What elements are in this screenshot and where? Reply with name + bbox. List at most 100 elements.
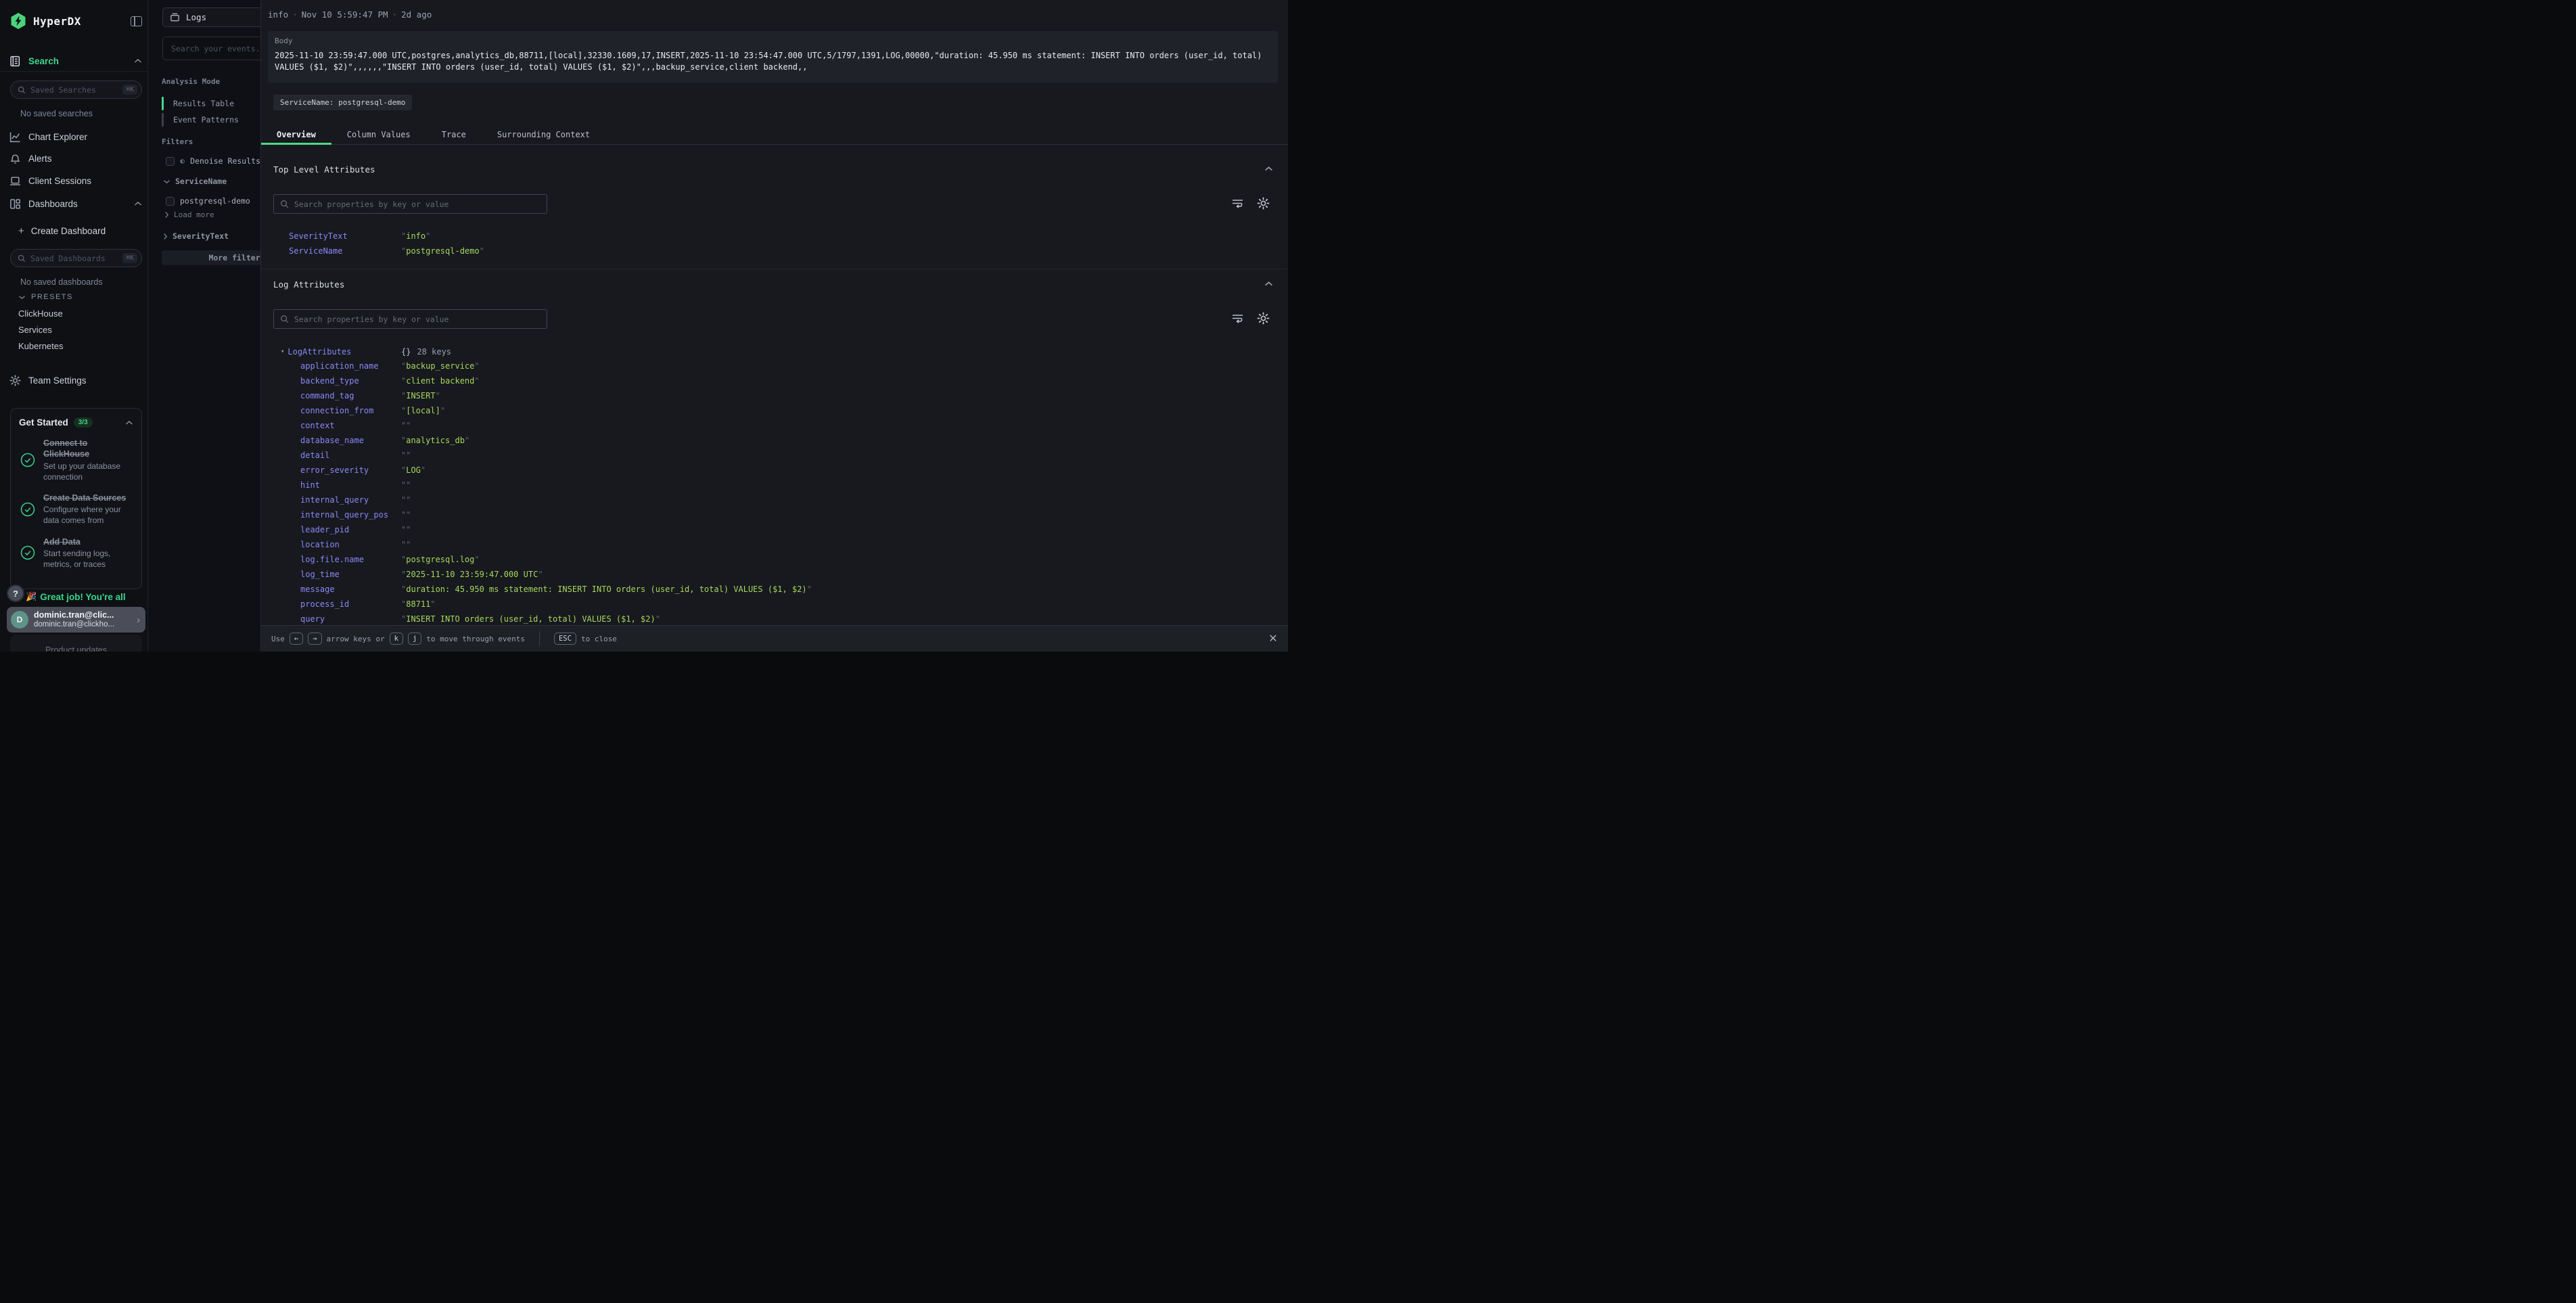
attribute-key[interactable]: database_name bbox=[300, 436, 401, 445]
attribute-value[interactable]: "client backend" bbox=[401, 376, 480, 386]
attribute-value[interactable]: "INSERT" bbox=[401, 391, 440, 401]
get-started-item[interactable]: Connect to ClickHouse Set up your databa… bbox=[19, 438, 133, 482]
chevron-up-icon[interactable] bbox=[125, 420, 133, 426]
sidebar-item-team-settings[interactable]: Team Settings bbox=[9, 373, 87, 388]
user-account-card[interactable]: D dominic.tran@clic... dominic.tran@clic… bbox=[7, 607, 145, 633]
line-wrap-icon[interactable] bbox=[1232, 313, 1243, 323]
source-select[interactable]: Logs bbox=[162, 7, 260, 27]
mode-results-table[interactable]: Results Table bbox=[162, 97, 260, 110]
attribute-value[interactable]: "postgresql-demo" bbox=[401, 246, 484, 256]
attribute-value[interactable]: "backup_service" bbox=[401, 361, 480, 371]
attribute-key[interactable]: internal_query_pos bbox=[300, 510, 401, 520]
preset-item-clickhouse[interactable]: ClickHouse bbox=[18, 308, 63, 321]
attribute-key[interactable]: log.file.name bbox=[300, 555, 401, 564]
product-updates-card[interactable]: Product updates bbox=[10, 635, 142, 652]
attribute-row: message"duration: 45.950 ms statement: I… bbox=[300, 582, 812, 597]
get-started-item[interactable]: Add Data Start sending logs, metrics, or… bbox=[19, 536, 133, 570]
event-detail-panel: info·Nov 10 5:59:47 PM·2d ago Body 2025-… bbox=[260, 0, 1288, 652]
log-attributes-search-input[interactable]: Search properties by key or value bbox=[273, 309, 547, 329]
attribute-key[interactable]: log_time bbox=[300, 570, 401, 579]
attribute-value[interactable]: "analytics_db" bbox=[401, 436, 469, 445]
attribute-value[interactable]: "" bbox=[401, 510, 411, 520]
attribute-key[interactable]: connection_from bbox=[300, 406, 401, 415]
attribute-key[interactable]: ServiceName bbox=[289, 246, 401, 256]
sidebar-item-chart-explorer[interactable]: Chart Explorer bbox=[9, 129, 142, 145]
attribute-key[interactable]: backend_type bbox=[300, 376, 401, 386]
tab-trace[interactable]: Trace bbox=[426, 124, 482, 144]
attribute-key[interactable]: process_id bbox=[300, 599, 401, 609]
create-dashboard-button[interactable]: + Create Dashboard bbox=[18, 223, 106, 238]
close-icon[interactable]: ✕ bbox=[1266, 632, 1280, 645]
log-attributes-root-row[interactable]: ▾ LogAttributes {} 28 keys bbox=[281, 345, 351, 359]
help-button[interactable]: ? bbox=[7, 585, 24, 602]
postgresql-demo-checkbox[interactable] bbox=[166, 197, 175, 206]
attribute-value[interactable]: "" bbox=[401, 540, 411, 549]
chevron-up-icon[interactable] bbox=[1264, 166, 1273, 172]
attribute-key[interactable]: context bbox=[300, 421, 401, 430]
chevron-right-icon bbox=[163, 233, 168, 240]
attribute-value[interactable]: "" bbox=[401, 525, 411, 534]
inactive-indicator bbox=[162, 113, 164, 127]
attribute-key[interactable]: error_severity bbox=[300, 465, 401, 475]
sidebar-item-alerts[interactable]: Alerts bbox=[9, 150, 142, 166]
attribute-value[interactable]: "" bbox=[401, 480, 411, 490]
chevron-up-icon[interactable] bbox=[134, 201, 142, 206]
saved-dashboards-input[interactable]: Saved Dashboards ⌘K bbox=[10, 249, 142, 267]
mode-event-patterns[interactable]: Event Patterns bbox=[162, 113, 260, 127]
filter-group-servicename[interactable]: ServiceName bbox=[163, 175, 260, 187]
preset-item-services[interactable]: Services bbox=[18, 325, 52, 337]
attribute-key[interactable]: application_name bbox=[300, 361, 401, 371]
sidebar-item-search[interactable]: Search bbox=[9, 53, 142, 69]
attribute-value[interactable]: "postgresql.log" bbox=[401, 555, 480, 564]
attribute-value[interactable]: "2025-11-10 23:59:47.000 UTC" bbox=[401, 570, 543, 579]
load-more-button[interactable]: Load more bbox=[164, 209, 214, 220]
saved-searches-input[interactable]: Saved Searches ⌘K bbox=[10, 81, 142, 99]
attribute-key[interactable]: leader_pid bbox=[300, 525, 401, 534]
attribute-value[interactable]: "info" bbox=[401, 231, 430, 241]
gear-icon[interactable] bbox=[1257, 197, 1270, 210]
filter-group-severitytext[interactable]: SeverityText bbox=[163, 230, 260, 242]
attribute-value[interactable]: "LOG" bbox=[401, 465, 426, 475]
filter-group-label: ServiceName bbox=[175, 177, 227, 186]
attribute-key[interactable]: command_tag bbox=[300, 391, 401, 401]
service-filter-label[interactable]: postgresql-demo bbox=[180, 196, 250, 206]
sidebar-collapse-icon[interactable] bbox=[131, 16, 142, 26]
presets-toggle[interactable]: PRESETS bbox=[18, 293, 73, 301]
top-level-attributes-search-input[interactable]: Search properties by key or value bbox=[273, 194, 547, 214]
attribute-key[interactable]: hint bbox=[300, 480, 401, 490]
attribute-value[interactable]: "INSERT INTO orders (user_id, total) VAL… bbox=[401, 614, 660, 624]
attribute-value[interactable]: "88711" bbox=[401, 599, 436, 609]
sidebar-item-client-sessions[interactable]: Client Sessions bbox=[9, 173, 142, 189]
tab-column-values[interactable]: Column Values bbox=[331, 124, 426, 144]
denoise-label[interactable]: Denoise Results bbox=[190, 156, 260, 166]
attribute-key[interactable]: location bbox=[300, 540, 401, 549]
sidebar-item-dashboards[interactable]: Dashboards bbox=[9, 196, 142, 212]
get-started-item[interactable]: Create Data Sources Configure where your… bbox=[19, 493, 133, 526]
get-started-header[interactable]: Get Started 3/3 bbox=[19, 417, 133, 428]
tab-surrounding-context[interactable]: Surrounding Context bbox=[482, 124, 605, 144]
attribute-key[interactable]: message bbox=[300, 585, 401, 594]
attribute-value[interactable]: "duration: 45.950 ms statement: INSERT I… bbox=[401, 585, 812, 594]
chevron-up-icon[interactable] bbox=[1264, 281, 1273, 287]
body-text[interactable]: 2025-11-10 23:59:47.000 UTC,postgres,ana… bbox=[275, 50, 1262, 73]
attribute-key[interactable]: query bbox=[300, 614, 401, 624]
attribute-key[interactable]: detail bbox=[300, 451, 401, 460]
presets-label: PRESETS bbox=[31, 293, 73, 301]
attribute-value[interactable]: "" bbox=[401, 495, 411, 505]
attribute-key[interactable]: internal_query bbox=[300, 495, 401, 505]
attribute-key[interactable]: SeverityText bbox=[289, 231, 401, 241]
attribute-row: application_name"backup_service" bbox=[300, 359, 812, 373]
denoise-checkbox[interactable] bbox=[166, 157, 175, 166]
attribute-value[interactable]: "" bbox=[401, 421, 411, 430]
gear-icon[interactable] bbox=[1257, 312, 1270, 325]
preset-item-kubernetes[interactable]: Kubernetes bbox=[18, 341, 64, 353]
event-search-input[interactable]: Search your events... bbox=[162, 37, 260, 60]
more-filters-button[interactable]: More filters bbox=[162, 250, 260, 265]
service-name-tag[interactable]: ServiceName: postgresql-demo bbox=[273, 95, 412, 110]
logs-panel: Logs Search your events... Analysis Mode… bbox=[148, 0, 260, 652]
tab-overview[interactable]: Overview bbox=[261, 124, 331, 144]
attribute-value[interactable]: "[local]" bbox=[401, 406, 445, 415]
chevron-up-icon[interactable] bbox=[134, 58, 142, 64]
attribute-value[interactable]: "" bbox=[401, 451, 411, 460]
line-wrap-icon[interactable] bbox=[1232, 198, 1243, 208]
